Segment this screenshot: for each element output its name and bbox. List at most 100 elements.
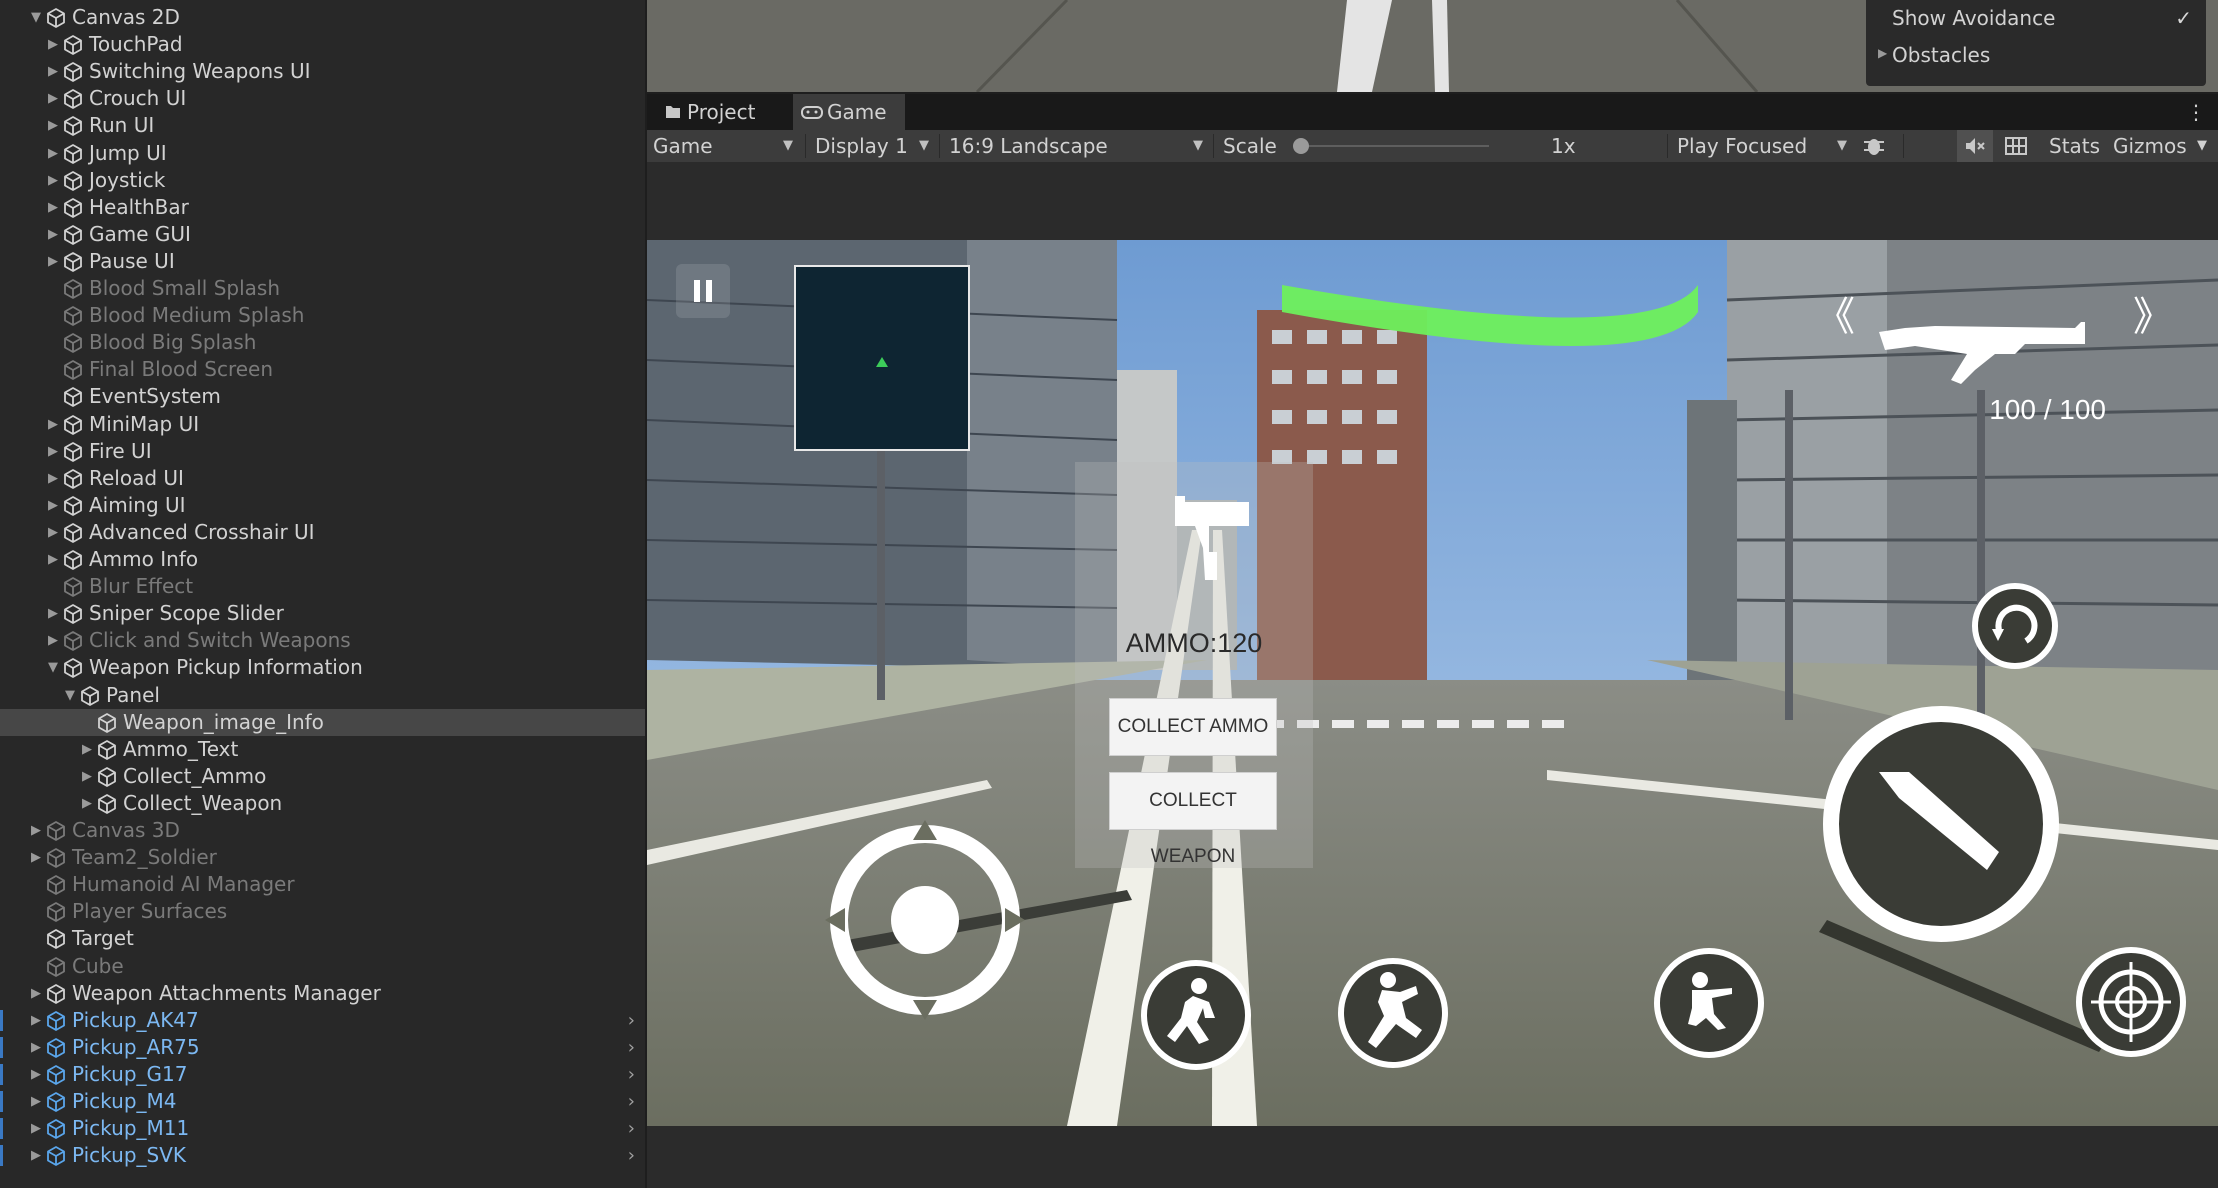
hierarchy-item[interactable]: ▶ Pickup_G17 ›: [0, 1061, 645, 1088]
collapsed-arrow-icon[interactable]: ▶: [28, 1061, 44, 1088]
collapsed-arrow-icon[interactable]: ▶: [45, 221, 61, 248]
hierarchy-item[interactable]: ▶ Team2_Soldier: [0, 844, 645, 871]
chevron-down-icon[interactable]: ▼: [2197, 130, 2207, 162]
expand-arrow-icon[interactable]: ▶: [1878, 46, 1887, 60]
hierarchy-item[interactable]: Blood Small Splash: [0, 275, 645, 302]
hierarchy-item[interactable]: Cube: [0, 953, 645, 980]
collapsed-arrow-icon[interactable]: ▶: [28, 817, 44, 844]
collapsed-arrow-icon[interactable]: ▶: [28, 1007, 44, 1034]
hierarchy-item[interactable]: Player Surfaces: [0, 898, 645, 925]
joystick-icon[interactable]: [825, 820, 1025, 1024]
hierarchy-item[interactable]: ▶ Pickup_M11 ›: [0, 1115, 645, 1142]
collapsed-arrow-icon[interactable]: ▶: [45, 140, 61, 167]
collapsed-arrow-icon[interactable]: ▶: [45, 248, 61, 275]
crouch-icon[interactable]: [1652, 946, 1766, 1064]
collapsed-arrow-icon[interactable]: ▶: [79, 790, 95, 817]
collapsed-arrow-icon[interactable]: ▶: [79, 763, 95, 790]
collect-ammo-button[interactable]: COLLECT AMMO: [1109, 698, 1277, 756]
collapsed-arrow-icon[interactable]: ▶: [45, 600, 61, 627]
expanded-arrow-icon[interactable]: ▼: [62, 682, 78, 709]
hierarchy-item[interactable]: ▶ Advanced Crosshair UI: [0, 519, 645, 546]
collapsed-arrow-icon[interactable]: ▶: [28, 1088, 44, 1115]
chevron-right-icon[interactable]: ›: [628, 1061, 635, 1088]
collapsed-arrow-icon[interactable]: ▶: [45, 112, 61, 139]
collapsed-arrow-icon[interactable]: ▶: [45, 492, 61, 519]
hierarchy-item[interactable]: ▶ Fire UI: [0, 438, 645, 465]
collect-weapon-button[interactable]: COLLECT WEAPON: [1109, 772, 1277, 867]
hierarchy-item[interactable]: Blood Big Splash: [0, 329, 645, 356]
mute-icon[interactable]: [1957, 130, 1993, 162]
hierarchy-item[interactable]: ▶ Crouch UI: [0, 85, 645, 112]
hierarchy-item[interactable]: ▶ MiniMap UI: [0, 411, 645, 438]
collapsed-arrow-icon[interactable]: ▶: [28, 980, 44, 1007]
collapsed-arrow-icon[interactable]: ▶: [45, 411, 61, 438]
hierarchy-item[interactable]: ▶ Collect_Ammo: [0, 763, 645, 790]
hierarchy-item[interactable]: Blood Medium Splash: [0, 302, 645, 329]
collapsed-arrow-icon[interactable]: ▶: [28, 1034, 44, 1061]
view-mode-dropdown[interactable]: Game ▼: [653, 130, 803, 162]
collapsed-arrow-icon[interactable]: ▶: [45, 465, 61, 492]
hierarchy-item[interactable]: ▶ Pickup_AK47 ›: [0, 1007, 645, 1034]
hierarchy-item[interactable]: ▼ Panel: [0, 682, 645, 709]
next-weapon-button[interactable]: 》: [2133, 284, 2173, 340]
collapsed-arrow-icon[interactable]: ▶: [28, 844, 44, 871]
chevron-right-icon[interactable]: ›: [628, 1034, 635, 1061]
aspect-dropdown[interactable]: 16:9 Landscape ▼: [949, 130, 1209, 162]
hierarchy-item[interactable]: ▶ Pickup_M4 ›: [0, 1088, 645, 1115]
hierarchy-item[interactable]: Blur Effect: [0, 573, 645, 600]
hierarchy-item[interactable]: ▶ Click and Switch Weapons: [0, 627, 645, 654]
collapsed-arrow-icon[interactable]: ▶: [45, 438, 61, 465]
play-mode-dropdown[interactable]: Play Focused ▼: [1677, 130, 1847, 162]
hierarchy-item[interactable]: ▶ Reload UI: [0, 465, 645, 492]
bug-icon[interactable]: [1861, 130, 1891, 162]
hierarchy-item[interactable]: ▶ Sniper Scope Slider: [0, 600, 645, 627]
collapsed-arrow-icon[interactable]: ▶: [28, 1115, 44, 1142]
hierarchy-item[interactable]: ▶ TouchPad: [0, 31, 645, 58]
reload-icon[interactable]: [1970, 581, 2060, 675]
hierarchy-item[interactable]: ▶ Game GUI: [0, 221, 645, 248]
hierarchy-item[interactable]: Humanoid AI Manager: [0, 871, 645, 898]
obstacles-label[interactable]: Obstacles: [1892, 43, 1990, 67]
chevron-right-icon[interactable]: ›: [628, 1007, 635, 1034]
expanded-arrow-icon[interactable]: ▼: [28, 4, 44, 31]
grid-icon[interactable]: [2003, 130, 2033, 162]
jump-icon[interactable]: [1336, 956, 1450, 1074]
prev-weapon-button[interactable]: 《: [1815, 284, 1855, 340]
hierarchy-item[interactable]: Target: [0, 925, 645, 952]
hierarchy-item[interactable]: ▶ Weapon Attachments Manager: [0, 980, 645, 1007]
check-icon[interactable]: ✓: [2175, 6, 2192, 30]
collapsed-arrow-icon[interactable]: ▶: [45, 58, 61, 85]
hierarchy-item[interactable]: ▼ Weapon Pickup Information: [0, 654, 645, 681]
hierarchy-item[interactable]: Final Blood Screen: [0, 356, 645, 383]
aim-icon[interactable]: [2073, 944, 2189, 1064]
scene-view[interactable]: Show Avoidance ✓ ▶ Obstacles: [647, 0, 2218, 92]
hierarchy-item[interactable]: EventSystem: [0, 383, 645, 410]
collapsed-arrow-icon[interactable]: ▶: [45, 85, 61, 112]
hierarchy-item[interactable]: ▶ HealthBar: [0, 194, 645, 221]
hierarchy-item[interactable]: ▶ Joystick: [0, 167, 645, 194]
hierarchy-item[interactable]: ▶ Ammo Info: [0, 546, 645, 573]
hierarchy-item[interactable]: ▶ Canvas 3D: [0, 817, 645, 844]
collapsed-arrow-icon[interactable]: ▶: [45, 194, 61, 221]
hierarchy-item[interactable]: ▶ Ammo_Text: [0, 736, 645, 763]
collapsed-arrow-icon[interactable]: ▶: [45, 546, 61, 573]
display-dropdown[interactable]: Display 1 ▼: [815, 130, 935, 162]
tab-game[interactable]: Game: [793, 94, 905, 130]
hierarchy-item[interactable]: ▶ Switching Weapons UI: [0, 58, 645, 85]
run-icon[interactable]: [1139, 958, 1253, 1076]
game-viewport[interactable]: 《 》 100 / 100 AMMO:120 COLLECT AMMO COLL…: [647, 240, 2218, 1126]
hierarchy-item[interactable]: ▶ Pickup_AR75 ›: [0, 1034, 645, 1061]
collapsed-arrow-icon[interactable]: ▶: [45, 31, 61, 58]
hierarchy-item[interactable]: ▶ Run UI: [0, 112, 645, 139]
chevron-right-icon[interactable]: ›: [628, 1115, 635, 1142]
collapsed-arrow-icon[interactable]: ▶: [45, 627, 61, 654]
hierarchy-item[interactable]: ▼ Canvas 2D: [0, 4, 645, 31]
more-options-icon[interactable]: ⋮: [2186, 94, 2206, 130]
hierarchy-item[interactable]: ▶ Aiming UI: [0, 492, 645, 519]
collapsed-arrow-icon[interactable]: ▶: [45, 519, 61, 546]
hierarchy-item[interactable]: Weapon_image_Info: [0, 709, 645, 736]
stats-button[interactable]: Stats: [2049, 130, 2105, 162]
expanded-arrow-icon[interactable]: ▼: [45, 654, 61, 681]
hierarchy-item[interactable]: ▶ Jump UI: [0, 140, 645, 167]
fire-icon[interactable]: [1819, 702, 2063, 950]
